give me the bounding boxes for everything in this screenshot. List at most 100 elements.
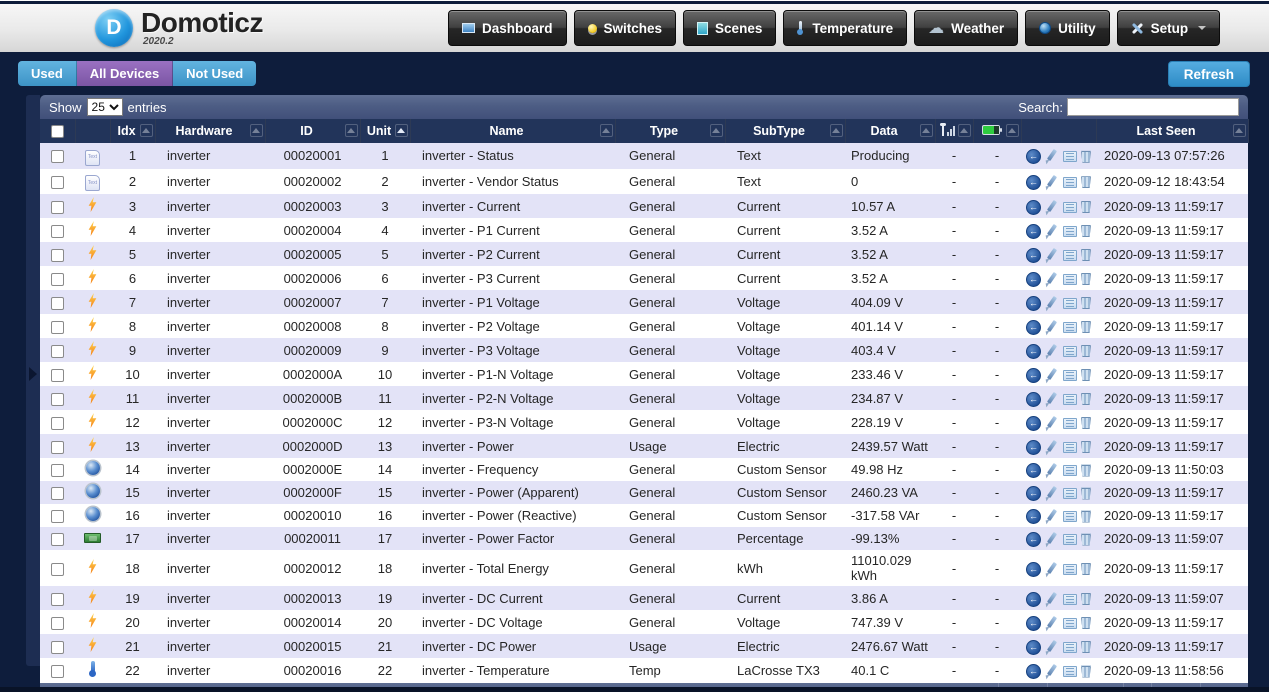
notifications-button[interactable] — [1063, 488, 1077, 499]
nav-button-weather[interactable]: ☁ Weather — [914, 10, 1018, 46]
log-button[interactable] — [1026, 200, 1041, 215]
row-checkbox[interactable] — [51, 510, 64, 523]
sort-caret[interactable] — [830, 124, 843, 137]
notifications-button[interactable] — [1063, 465, 1077, 476]
notifications-button[interactable] — [1063, 418, 1077, 429]
row-checkbox[interactable] — [51, 321, 64, 334]
delete-button[interactable] — [1081, 297, 1091, 309]
delete-button[interactable] — [1081, 201, 1091, 213]
column-header-signal[interactable] — [935, 119, 973, 143]
column-header-battery[interactable] — [973, 119, 1021, 143]
log-button[interactable] — [1026, 248, 1041, 263]
table-row[interactable]: 17 inverter 00020011 17 inverter - Power… — [40, 527, 1248, 550]
log-button[interactable] — [1026, 368, 1041, 383]
notifications-button[interactable] — [1063, 642, 1077, 653]
edit-button[interactable] — [1045, 320, 1059, 335]
edit-button[interactable] — [1045, 562, 1059, 577]
nav-button-switches[interactable]: Switches — [574, 10, 677, 46]
log-button[interactable] — [1026, 224, 1041, 239]
notifications-button[interactable] — [1063, 177, 1077, 188]
row-checkbox[interactable] — [51, 369, 64, 382]
edit-button[interactable] — [1045, 440, 1059, 455]
delete-button[interactable] — [1081, 225, 1091, 237]
table-row[interactable]: Text 1 inverter 00020001 1 inverter - St… — [40, 143, 1248, 169]
delete-button[interactable] — [1081, 465, 1091, 477]
notifications-button[interactable] — [1063, 202, 1077, 213]
table-row[interactable]: 21 inverter 00020015 21 inverter - DC Po… — [40, 634, 1248, 658]
row-checkbox[interactable] — [51, 593, 64, 606]
log-button[interactable] — [1026, 532, 1041, 547]
sort-caret[interactable] — [250, 124, 263, 137]
delete-button[interactable] — [1081, 176, 1091, 188]
table-row[interactable]: 5 inverter 00020005 5 inverter - P2 Curr… — [40, 242, 1248, 266]
notifications-button[interactable] — [1063, 151, 1077, 162]
log-button[interactable] — [1026, 616, 1041, 631]
notifications-button[interactable] — [1063, 511, 1077, 522]
column-header-last-seen[interactable]: Last Seen — [1096, 119, 1248, 143]
table-row[interactable]: 15 inverter 0002000F 15 inverter - Power… — [40, 481, 1248, 504]
edit-button[interactable] — [1045, 344, 1059, 359]
delete-button[interactable] — [1081, 666, 1091, 678]
row-checkbox[interactable] — [51, 563, 64, 576]
nav-button-utility[interactable]: Utility — [1025, 10, 1110, 46]
sort-caret[interactable] — [140, 124, 153, 137]
log-button[interactable] — [1026, 296, 1041, 311]
table-row[interactable]: 16 inverter 00020010 16 inverter - Power… — [40, 504, 1248, 527]
filter-tab-all-devices[interactable]: All Devices — [77, 61, 173, 86]
search-input[interactable] — [1067, 98, 1239, 116]
log-button[interactable] — [1026, 175, 1041, 190]
row-checkbox[interactable] — [51, 225, 64, 238]
edit-button[interactable] — [1045, 416, 1059, 431]
row-checkbox[interactable] — [51, 297, 64, 310]
notifications-button[interactable] — [1063, 594, 1077, 605]
edit-button[interactable] — [1045, 616, 1059, 631]
column-header-name[interactable]: Name — [410, 119, 615, 143]
delete-button[interactable] — [1081, 345, 1091, 357]
row-checkbox[interactable] — [51, 417, 64, 430]
delete-button[interactable] — [1081, 563, 1091, 575]
sort-caret[interactable] — [600, 124, 613, 137]
sort-caret-active[interactable] — [395, 124, 408, 137]
sort-caret[interactable] — [1006, 124, 1019, 137]
row-checkbox[interactable] — [51, 393, 64, 406]
refresh-button[interactable]: Refresh — [1168, 61, 1250, 87]
edit-button[interactable] — [1045, 200, 1059, 215]
row-checkbox[interactable] — [51, 665, 64, 678]
log-button[interactable] — [1026, 392, 1041, 407]
log-button[interactable] — [1026, 463, 1041, 478]
edit-button[interactable] — [1045, 463, 1059, 478]
edit-button[interactable] — [1045, 248, 1059, 263]
nav-button-temperature[interactable]: Temperature — [783, 10, 907, 46]
delete-button[interactable] — [1081, 393, 1091, 405]
table-row[interactable]: 11 inverter 0002000B 11 inverter - P2-N … — [40, 386, 1248, 410]
table-row[interactable]: Text 2 inverter 00020002 2 inverter - Ve… — [40, 169, 1248, 195]
column-header-subtype[interactable]: SubType — [725, 119, 845, 143]
table-row[interactable]: 8 inverter 00020008 8 inverter - P2 Volt… — [40, 314, 1248, 338]
nav-button-dashboard[interactable]: Dashboard — [448, 10, 567, 46]
row-checkbox[interactable] — [51, 533, 64, 546]
edit-button[interactable] — [1045, 509, 1059, 524]
row-checkbox[interactable] — [51, 641, 64, 654]
row-checkbox[interactable] — [51, 617, 64, 630]
sort-caret[interactable] — [958, 124, 971, 137]
edit-button[interactable] — [1045, 392, 1059, 407]
edit-button[interactable] — [1045, 149, 1059, 164]
column-header-type[interactable]: Type — [615, 119, 725, 143]
table-row[interactable]: 14 inverter 0002000E 14 inverter - Frequ… — [40, 458, 1248, 481]
table-row[interactable]: 7 inverter 00020007 7 inverter - P1 Volt… — [40, 290, 1248, 314]
page-size-select[interactable]: 25 — [87, 98, 123, 116]
table-row[interactable]: 19 inverter 00020013 19 inverter - DC Cu… — [40, 586, 1248, 610]
sort-caret[interactable] — [710, 124, 723, 137]
nav-button-setup[interactable]: Setup — [1117, 10, 1221, 46]
edit-button[interactable] — [1045, 664, 1059, 679]
edit-button[interactable] — [1045, 175, 1059, 190]
sort-caret[interactable] — [345, 124, 358, 137]
notifications-button[interactable] — [1063, 394, 1077, 405]
delete-button[interactable] — [1081, 151, 1091, 163]
edit-button[interactable] — [1045, 532, 1059, 547]
delete-button[interactable] — [1081, 417, 1091, 429]
notifications-button[interactable] — [1063, 298, 1077, 309]
log-button[interactable] — [1026, 416, 1041, 431]
delete-button[interactable] — [1081, 534, 1091, 546]
row-checkbox[interactable] — [51, 249, 64, 262]
